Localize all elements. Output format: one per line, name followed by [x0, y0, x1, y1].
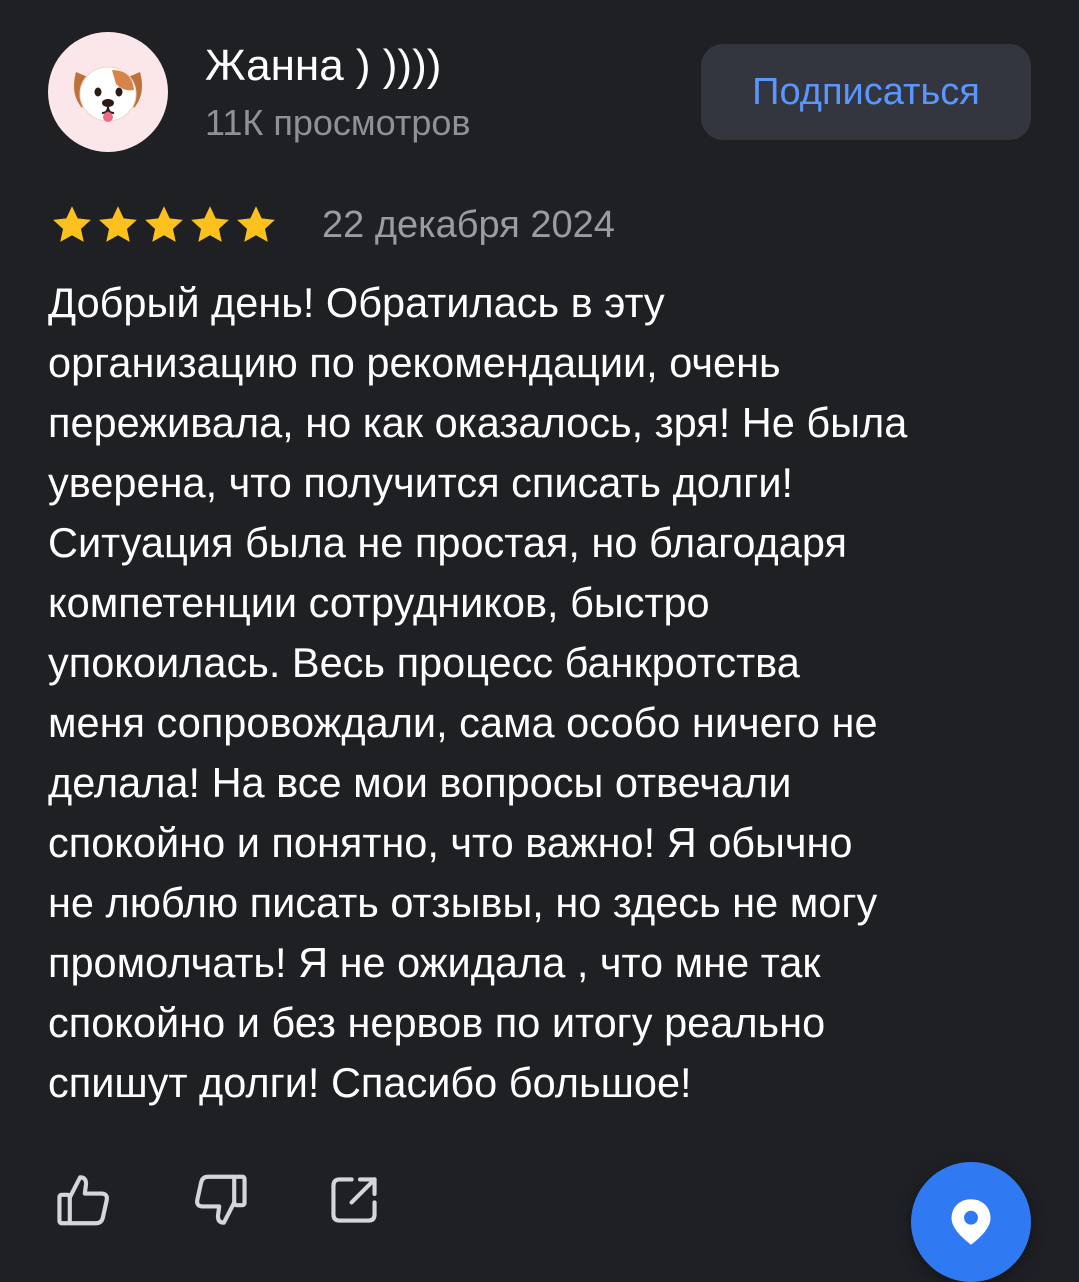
map-pin-button[interactable]: [911, 1162, 1031, 1282]
thumbs-down-icon: [195, 1174, 247, 1225]
review-line: не люблю писать отзывы, но здесь не могу: [48, 879, 878, 926]
review-line: компетенции сотрудников, быстро: [48, 579, 710, 626]
avatar[interactable]: [48, 32, 168, 152]
dog-face-emoji-icon: [74, 66, 142, 122]
star-icon: [191, 206, 229, 242]
review-line: переживала, но как оказалось, зря! Не бы…: [48, 399, 908, 446]
review-line: спишут долги! Спасибо большое!: [48, 1059, 692, 1106]
star-icon: [145, 206, 183, 242]
review-line: упокоилась. Весь процесс банкротства: [48, 639, 800, 686]
review-line: Ситуация была не простая, но благодаря: [48, 519, 847, 566]
review-line: уверена, что получится списать долги!: [48, 459, 794, 506]
review-line: меня сопровождали, сама особо ничего не: [48, 699, 878, 746]
star-icon: [53, 206, 91, 242]
review-line: спокойно и без нервов по итогу реально: [48, 999, 826, 1046]
review-line: промолчать! Я не ожидала , что мне так: [48, 939, 821, 986]
author-views: 11К просмотров: [205, 102, 471, 143]
subscribe-button[interactable]: Подписаться: [701, 44, 1031, 140]
review-line: делала! На все мои вопросы отвечали: [48, 759, 792, 806]
author-name[interactable]: Жанна ) )))): [205, 40, 441, 92]
thumbs-up-icon: [57, 1175, 109, 1226]
review-line: спокойно и понятно, что важно! Я обычно: [48, 819, 853, 866]
star-icon: [99, 206, 137, 242]
like-button[interactable]: [52, 1168, 116, 1232]
dislike-button[interactable]: [188, 1168, 252, 1232]
review-line: Добрый день! Обратилась в эту: [48, 279, 665, 326]
review-date: 22 декабря 2024: [322, 204, 615, 246]
star-rating: [50, 203, 278, 247]
share-button[interactable]: [322, 1168, 386, 1232]
review-text: Добрый день! Обратилась в эту организаци…: [48, 273, 1038, 1113]
review-line: организацию по рекомендации, очень: [48, 339, 781, 386]
star-icon: [237, 206, 275, 242]
map-pin-icon: [951, 1199, 991, 1245]
share-icon: [331, 1177, 377, 1223]
